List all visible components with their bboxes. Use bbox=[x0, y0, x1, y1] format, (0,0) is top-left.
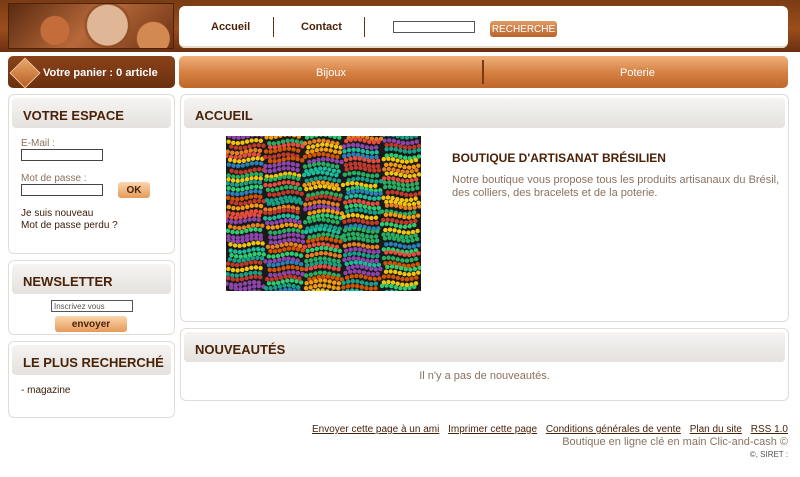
popular-box: LE PLUS RECHERCHÉ - magazine bbox=[8, 341, 175, 418]
nav-divider bbox=[273, 17, 274, 37]
footer-links: Envoyer cette page à un ami Imprimer cet… bbox=[306, 424, 788, 435]
forgot-password-link[interactable]: Mot de passe perdu ? bbox=[21, 220, 118, 231]
footer-siret: ©, SIRET : bbox=[749, 450, 788, 459]
home-panel-title: ACCUEIL bbox=[195, 108, 253, 123]
popular-item-magazine[interactable]: - magazine bbox=[21, 385, 70, 396]
login-ok-button[interactable]: OK bbox=[118, 182, 150, 198]
account-box-header: VOTRE ESPACE bbox=[12, 98, 171, 128]
newsletter-send-button[interactable]: envoyer bbox=[55, 316, 127, 332]
cart-bar[interactable]: Votre panier : 0 article bbox=[8, 56, 175, 89]
new-user-link[interactable]: Je suis nouveau bbox=[21, 208, 93, 219]
news-panel: NOUVEAUTÉS Il n'y a pas de nouveautés. bbox=[180, 328, 789, 401]
footer-link-send-to-friend[interactable]: Envoyer cette page à un ami bbox=[312, 424, 439, 435]
email-field[interactable] bbox=[21, 149, 103, 161]
search-input[interactable] bbox=[393, 21, 475, 33]
popular-box-title: LE PLUS RECHERCHÉ bbox=[23, 355, 164, 370]
newsletter-box-title: NEWSLETTER bbox=[23, 274, 113, 289]
category-link-poterie[interactable]: Poterie bbox=[620, 67, 655, 79]
shop-description: Notre boutique vous propose tous les pro… bbox=[452, 174, 780, 199]
account-box: VOTRE ESPACE E-Mail : Mot de passe : OK … bbox=[8, 94, 175, 254]
beads-product-image bbox=[226, 136, 421, 291]
email-label: E-Mail : bbox=[21, 138, 55, 149]
category-bar: Bijoux Poterie bbox=[179, 56, 788, 88]
footer-link-terms[interactable]: Conditions générales de vente bbox=[546, 424, 681, 435]
shop-title: BOUTIQUE D'ARTISANAT BRÉSILIEN bbox=[452, 151, 666, 165]
cart-icon bbox=[9, 57, 41, 89]
search-button[interactable]: RECHERCHE bbox=[490, 21, 557, 37]
password-label: Mot de passe : bbox=[21, 173, 87, 184]
footer-credit: Boutique en ligne clé en main Clic-and-c… bbox=[562, 436, 788, 448]
account-box-title: VOTRE ESPACE bbox=[23, 108, 124, 123]
nav-divider bbox=[364, 17, 365, 37]
home-panel: ACCUEIL BOUTIQUE D'ARTISANAT BRÉSILIEN N… bbox=[180, 94, 789, 322]
home-panel-header: ACCUEIL bbox=[184, 98, 785, 128]
nav-link-contact[interactable]: Contact bbox=[301, 21, 342, 33]
nav-link-home[interactable]: Accueil bbox=[211, 21, 250, 33]
newsletter-box-header: NEWSLETTER bbox=[12, 264, 171, 294]
password-field[interactable] bbox=[21, 184, 103, 196]
news-panel-title: NOUVEAUTÉS bbox=[195, 342, 286, 357]
no-news-text: Il n'y a pas de nouveautés. bbox=[419, 370, 550, 382]
header-bar: Accueil Contact RECHERCHE bbox=[0, 0, 800, 52]
cart-label: Votre panier : 0 article bbox=[43, 67, 158, 79]
footer-link-sitemap[interactable]: Plan du site bbox=[690, 424, 742, 435]
popular-box-header: LE PLUS RECHERCHÉ bbox=[12, 345, 171, 375]
newsletter-email-input[interactable] bbox=[51, 300, 133, 312]
newsletter-box: NEWSLETTER envoyer bbox=[8, 260, 175, 335]
main-nav: Accueil Contact bbox=[179, 6, 788, 48]
pottery-logo-image bbox=[8, 3, 174, 49]
category-link-bijoux[interactable]: Bijoux bbox=[316, 67, 346, 79]
news-panel-header: NOUVEAUTÉS bbox=[184, 332, 785, 362]
footer-link-print[interactable]: Imprimer cette page bbox=[448, 424, 537, 435]
footer-link-rss[interactable]: RSS 1.0 bbox=[751, 424, 788, 435]
category-divider bbox=[482, 60, 484, 84]
